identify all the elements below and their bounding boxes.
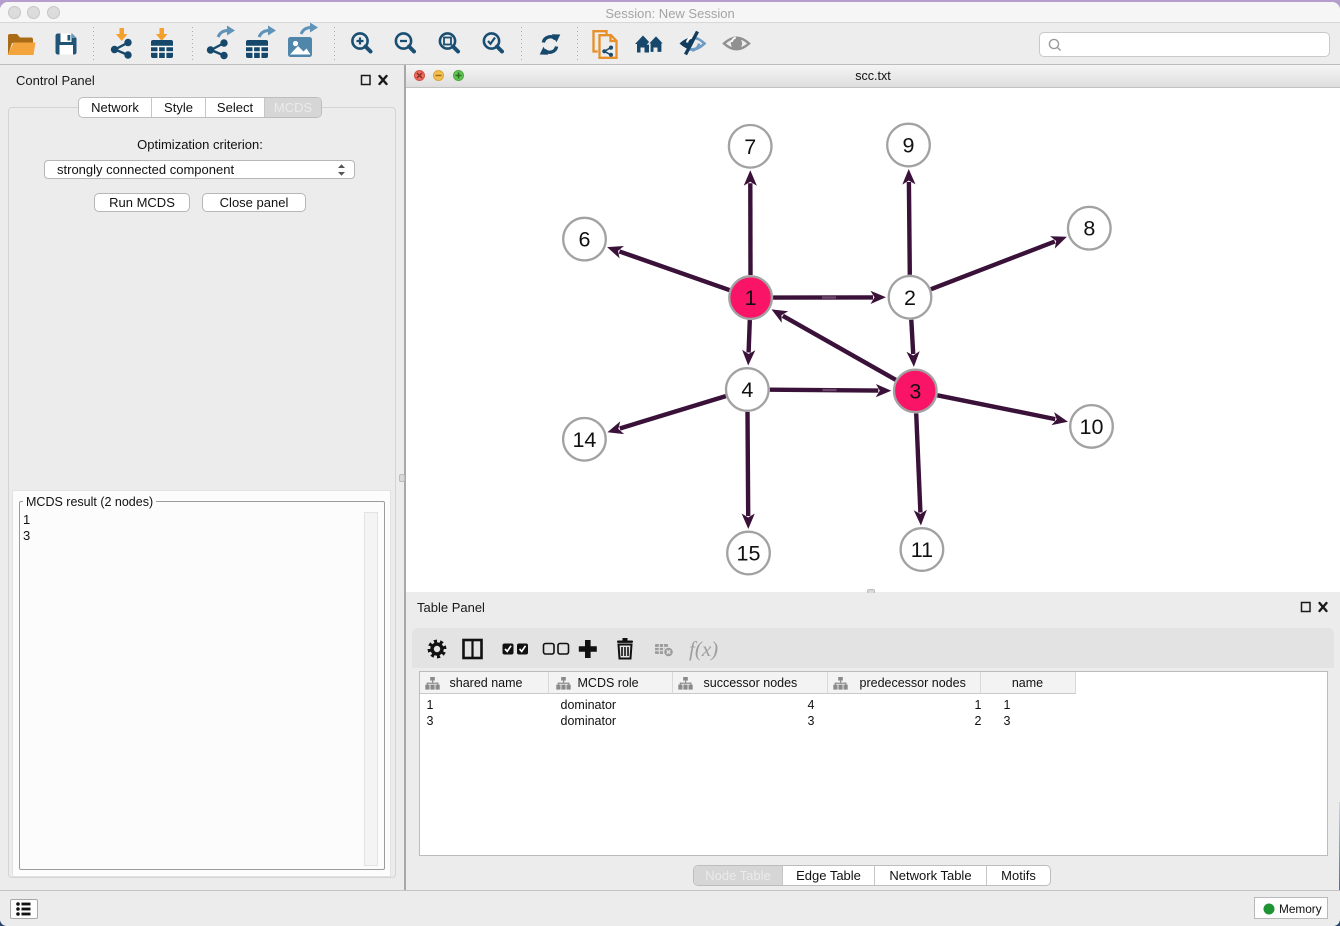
svg-text:7: 7: [744, 135, 756, 159]
svg-text:4: 4: [741, 378, 753, 402]
svg-text:9: 9: [903, 134, 915, 158]
svg-text:8: 8: [1083, 217, 1095, 241]
svg-text:f(x): f(x): [689, 637, 718, 661]
svg-text:3: 3: [909, 379, 921, 403]
svg-text:2: 2: [904, 286, 916, 310]
svg-text:6: 6: [579, 228, 591, 252]
svg-text:11: 11: [911, 538, 933, 562]
svg-text:14: 14: [572, 428, 596, 452]
svg-text:10: 10: [1080, 415, 1104, 439]
svg-text:1: 1: [745, 286, 757, 310]
svg-text:15: 15: [737, 542, 761, 566]
